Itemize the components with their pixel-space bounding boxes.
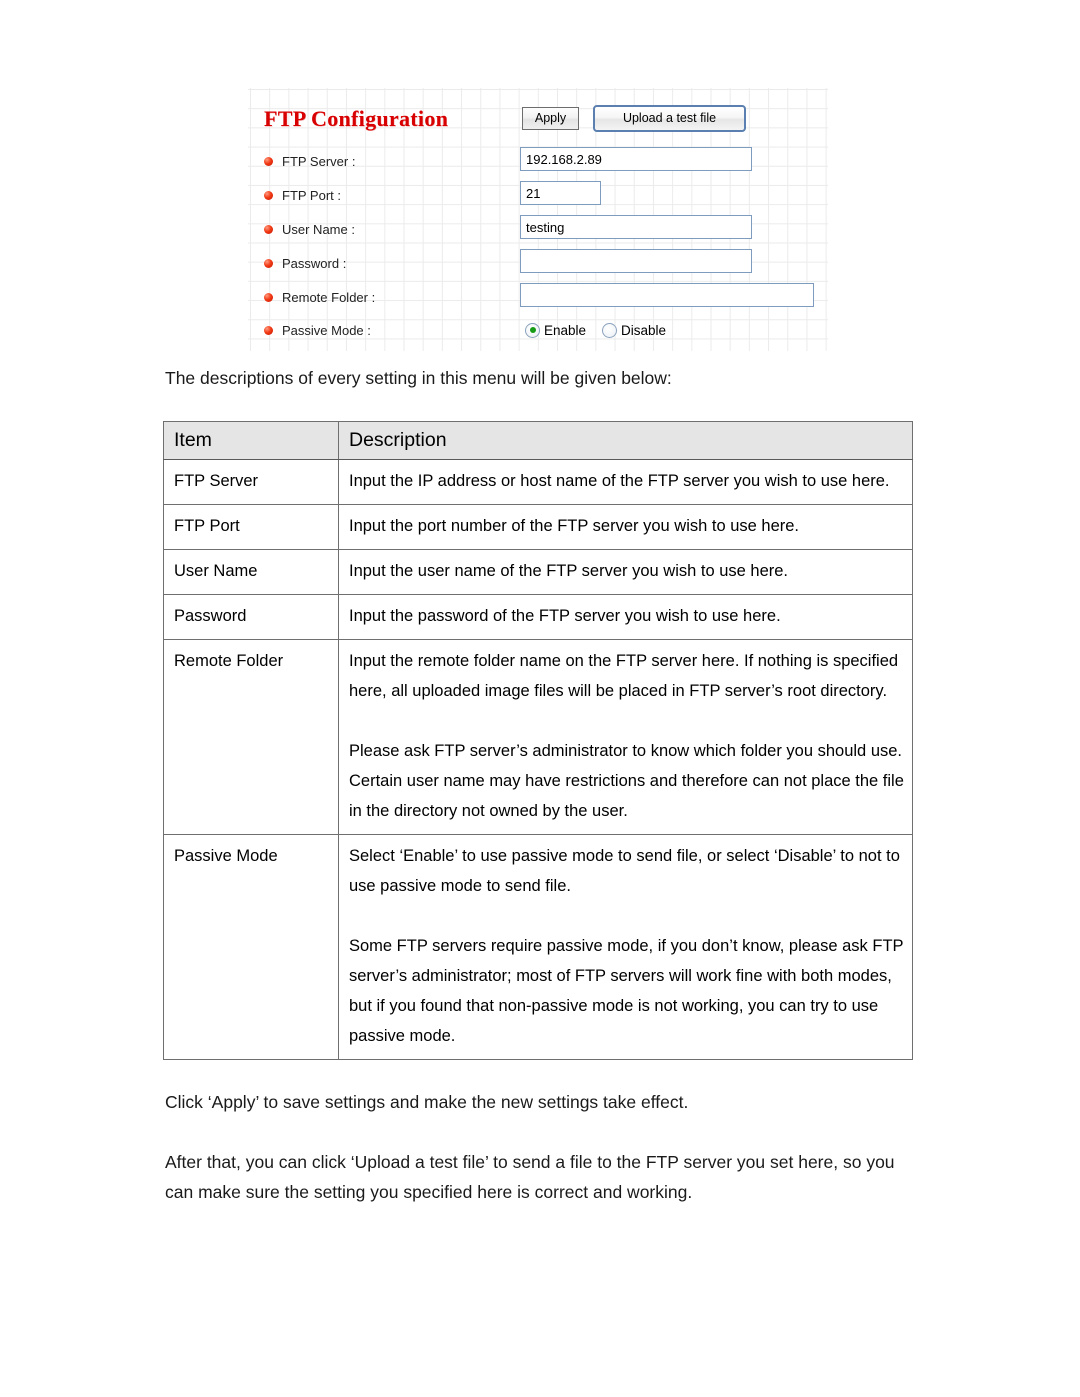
table-cell-item: FTP Server bbox=[163, 459, 339, 505]
passive-mode-radio-group: Enable Disable bbox=[525, 319, 666, 341]
ftp-port-input[interactable] bbox=[520, 181, 601, 205]
table-cell-description: Input the password of the FTP server you… bbox=[338, 594, 913, 640]
field-row-user-name: User Name : bbox=[264, 218, 355, 240]
table-row: User Name Input the user name of the FTP … bbox=[163, 549, 913, 595]
user-name-label: User Name : bbox=[282, 221, 355, 237]
table-row: Passive Mode Select ‘Enable’ to use passi… bbox=[163, 834, 913, 1060]
table-cell-item: FTP Port bbox=[163, 504, 339, 550]
table-row: Remote Folder Input the remote folder nam… bbox=[163, 639, 913, 835]
description-paragraph: Input the password of the FTP server you… bbox=[349, 607, 781, 625]
table-cell-item: Passive Mode bbox=[163, 834, 339, 1060]
table-row: FTP Server Input the IP address or host n… bbox=[163, 459, 913, 505]
table-body: FTP Server Input the IP address or host n… bbox=[163, 459, 913, 1060]
password-label: Password : bbox=[282, 255, 347, 271]
ftp-server-input[interactable] bbox=[520, 147, 752, 171]
field-row-ftp-port: FTP Port : bbox=[264, 184, 341, 206]
table-row: Password Input the password of the FTP se… bbox=[163, 594, 913, 640]
intro-paragraph: The descriptions of every setting in thi… bbox=[165, 368, 672, 388]
bullet-icon bbox=[264, 292, 273, 302]
remote-folder-label: Remote Folder : bbox=[282, 289, 376, 305]
ftp-port-label: FTP Port : bbox=[282, 187, 341, 203]
panel-title: FTP Configuration bbox=[264, 106, 449, 131]
remote-folder-input[interactable] bbox=[520, 283, 814, 307]
table-cell-description: Input the port number of the FTP server … bbox=[338, 504, 913, 550]
ftp-configuration-screenshot: FTP Configuration Apply Upload a test fi… bbox=[248, 88, 828, 351]
table-cell-item: User Name bbox=[163, 549, 339, 595]
table-cell-item: Password bbox=[163, 594, 339, 640]
settings-description-table: Item Description FTP Server Input the IP … bbox=[163, 421, 913, 1060]
user-name-input[interactable] bbox=[520, 215, 752, 239]
upload-test-file-button[interactable]: Upload a test file bbox=[593, 105, 746, 132]
passive-mode-label: Passive Mode : bbox=[282, 322, 371, 338]
apply-note-paragraph: Click ‘Apply’ to save settings and make … bbox=[165, 1092, 689, 1112]
description-paragraph: Input the port number of the FTP server … bbox=[349, 517, 800, 535]
bullet-icon bbox=[264, 224, 273, 234]
description-paragraph: Some FTP servers require passive mode, i… bbox=[349, 937, 904, 1045]
column-header-item: Item bbox=[163, 421, 339, 460]
table-cell-description: Input the user name of the FTP server yo… bbox=[338, 549, 913, 595]
table-cell-description: Select ‘Enable’ to use passive mode to s… bbox=[338, 834, 913, 1060]
passive-mode-disable-radio[interactable]: Disable bbox=[602, 322, 667, 338]
field-row-remote-folder: Remote Folder : bbox=[264, 286, 375, 308]
radio-selected-icon bbox=[525, 322, 540, 338]
radio-unselected-icon bbox=[602, 322, 618, 338]
field-row-password: Password : bbox=[264, 252, 346, 274]
passive-mode-enable-label: Enable bbox=[544, 322, 587, 338]
description-paragraph: Input the remote folder name on the FTP … bbox=[349, 652, 899, 700]
apply-button[interactable]: Apply bbox=[522, 107, 579, 130]
table-cell-description: Input the IP address or host name of the… bbox=[338, 459, 913, 505]
column-header-description: Description bbox=[338, 421, 913, 460]
password-input[interactable] bbox=[520, 249, 752, 273]
field-row-ftp-server: FTP Server : bbox=[264, 150, 355, 172]
field-row-passive-mode: Passive Mode : bbox=[264, 319, 371, 341]
description-paragraph: Select ‘Enable’ to use passive mode to s… bbox=[349, 847, 900, 895]
description-paragraph: Please ask FTP server’s administrator to… bbox=[349, 742, 904, 820]
bullet-icon bbox=[264, 325, 273, 335]
table-row: FTP Port Input the port number of the FTP… bbox=[163, 504, 913, 550]
description-paragraph: Input the IP address or host name of the… bbox=[349, 472, 890, 490]
bullet-icon bbox=[264, 190, 273, 200]
description-paragraph: Input the user name of the FTP server yo… bbox=[349, 562, 789, 580]
ftp-server-label: FTP Server : bbox=[282, 153, 356, 169]
bullet-icon bbox=[264, 156, 273, 166]
passive-mode-enable-radio[interactable]: Enable bbox=[525, 322, 587, 338]
table-header-row: Item Description bbox=[163, 421, 913, 460]
passive-mode-disable-label: Disable bbox=[621, 322, 667, 338]
bullet-icon bbox=[264, 258, 273, 268]
table-cell-item: Remote Folder bbox=[163, 639, 339, 835]
table-cell-description: Input the remote folder name on the FTP … bbox=[338, 639, 913, 835]
upload-note-paragraph: After that, you can click ‘Upload a test… bbox=[165, 1152, 895, 1202]
